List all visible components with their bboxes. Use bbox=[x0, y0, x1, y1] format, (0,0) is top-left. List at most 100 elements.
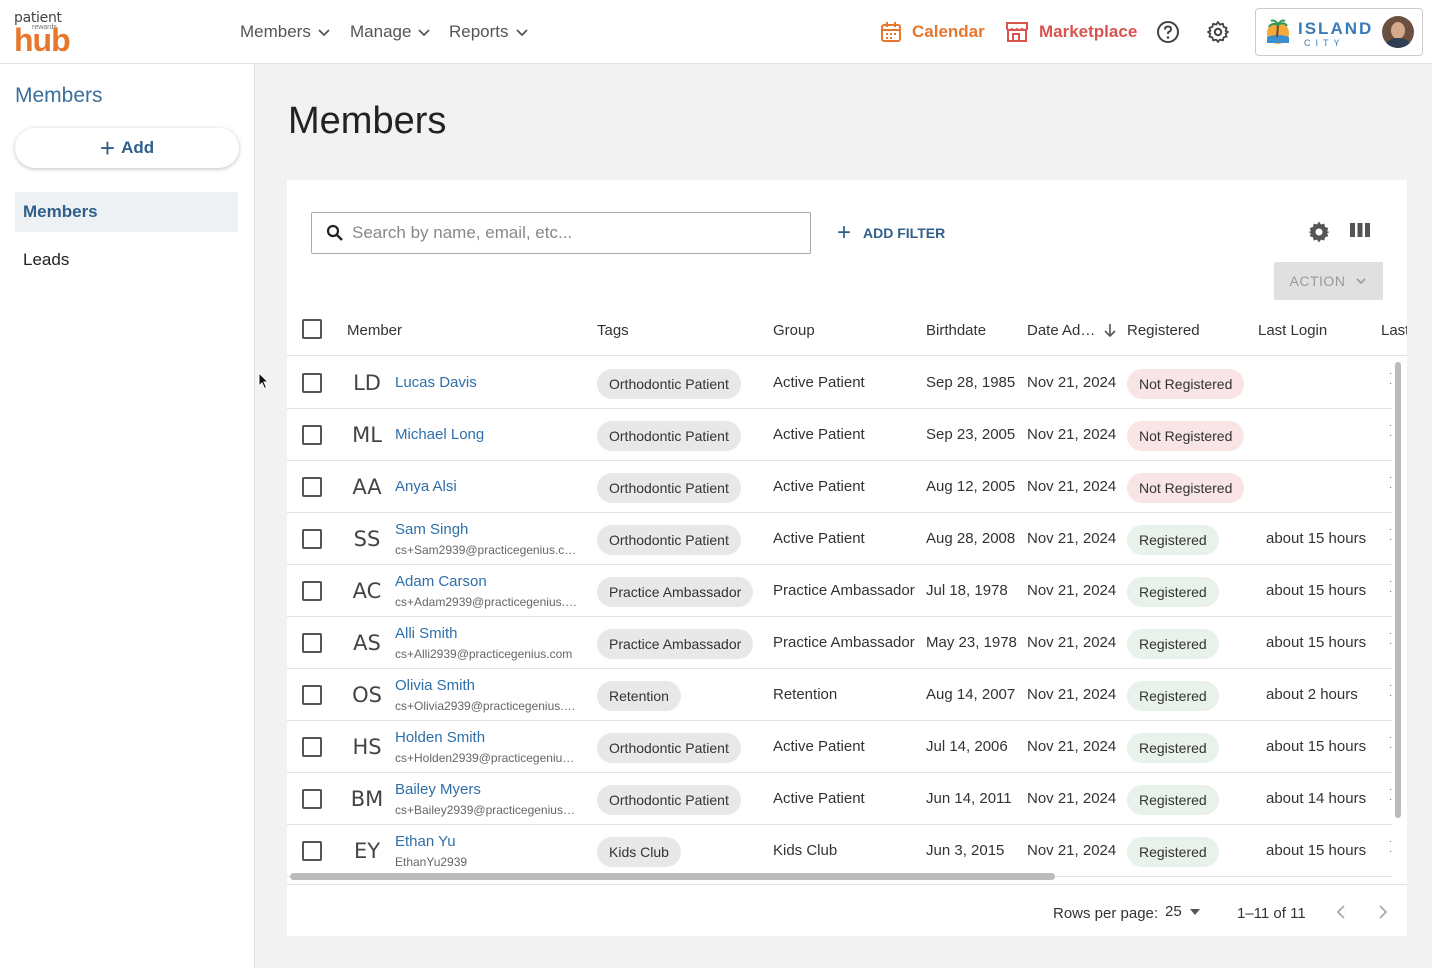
truncated-column-edge: · · bbox=[1389, 784, 1393, 805]
registration-status-badge: Registered bbox=[1127, 681, 1219, 711]
row-checkbox[interactable] bbox=[302, 477, 322, 497]
member-initials-avatar: BM bbox=[350, 787, 384, 811]
member-name-link[interactable]: Holden Smith bbox=[395, 729, 485, 746]
chevron-right-icon bbox=[1379, 905, 1388, 919]
member-name-link[interactable]: Michael Long bbox=[395, 426, 484, 443]
tag-chip[interactable]: Practice Ambassador bbox=[597, 629, 754, 659]
table-row[interactable]: AS Alli Smith cs+Alli2939@practicegenius.c… bbox=[287, 617, 1392, 669]
birthdate-cell: Sep 28, 1985 bbox=[926, 374, 1016, 391]
birthdate-cell: Aug 12, 2005 bbox=[926, 478, 1016, 495]
header-group[interactable]: Group bbox=[773, 304, 815, 356]
rows-per-page-value: 25 bbox=[1165, 903, 1182, 920]
settings-button[interactable] bbox=[1204, 18, 1232, 46]
member-name-link[interactable]: Ethan Yu bbox=[395, 833, 456, 850]
sidebar-item-members[interactable]: Members bbox=[15, 192, 238, 232]
sidebar-item-leads[interactable]: Leads bbox=[15, 240, 238, 280]
nav-reports-menu[interactable]: Reports bbox=[449, 0, 528, 64]
row-checkbox[interactable] bbox=[302, 373, 322, 393]
tag-chip[interactable]: Kids Club bbox=[597, 837, 681, 867]
row-checkbox[interactable] bbox=[302, 789, 322, 809]
table-row[interactable]: BM Bailey Myers cs+Bailey2939@practicegeni… bbox=[287, 773, 1392, 825]
patient-rewards-hub-logo[interactable]: patient rewards hub bbox=[14, 10, 78, 56]
nav-manage-menu[interactable]: Manage bbox=[350, 0, 431, 64]
tag-chip[interactable]: Orthodontic Patient bbox=[597, 525, 741, 555]
previous-page-button[interactable] bbox=[1335, 903, 1347, 925]
member-initials-avatar: SS bbox=[353, 527, 381, 551]
date-added-cell: Nov 21, 2024 bbox=[1027, 478, 1117, 495]
table-row[interactable]: AA Anya Alsi Orthodontic Patient Active Pat… bbox=[287, 461, 1392, 513]
calendar-link[interactable]: Calendar bbox=[880, 0, 985, 64]
member-initials-avatar: AA bbox=[352, 475, 382, 499]
next-page-button[interactable] bbox=[1377, 903, 1389, 925]
member-initials-avatar: LD bbox=[353, 371, 381, 395]
table-row[interactable]: ML Michael Long Orthodontic Patient Active … bbox=[287, 409, 1392, 461]
horizontal-scroll-thumb[interactable] bbox=[290, 873, 1055, 880]
vertical-scroll-thumb[interactable] bbox=[1395, 362, 1401, 818]
group-cell: Practice Ambassador bbox=[773, 634, 915, 651]
birthdate-cell: Jun 3, 2015 bbox=[926, 842, 1005, 859]
row-checkbox[interactable] bbox=[302, 425, 322, 445]
row-checkbox[interactable] bbox=[302, 633, 322, 653]
truncated-column-edge: · · bbox=[1389, 576, 1393, 597]
member-name-link[interactable]: Alli Smith bbox=[395, 625, 458, 642]
group-cell: Retention bbox=[773, 686, 838, 703]
row-checkbox[interactable] bbox=[302, 841, 322, 861]
header-member[interactable]: Member bbox=[347, 304, 402, 356]
truncated-column-edge: · · bbox=[1389, 680, 1393, 701]
member-name-link[interactable]: Anya Alsi bbox=[395, 478, 457, 495]
registration-status-badge: Registered bbox=[1127, 837, 1219, 867]
member-name-link[interactable]: Lucas Davis bbox=[395, 374, 477, 391]
horizontal-scrollbar[interactable] bbox=[287, 868, 1407, 884]
rows-per-page-select[interactable]: 25 bbox=[1165, 903, 1200, 920]
header-tags[interactable]: Tags bbox=[597, 304, 629, 356]
row-checkbox[interactable] bbox=[302, 581, 322, 601]
tag-chip[interactable]: Orthodontic Patient bbox=[597, 473, 741, 503]
header-registered[interactable]: Registered bbox=[1127, 304, 1200, 356]
member-email: cs+Adam2939@practicegenius.… bbox=[395, 595, 577, 609]
header-date-added-label: Date Ad… bbox=[1027, 321, 1096, 339]
birthdate-cell: Jul 14, 2006 bbox=[926, 738, 1008, 755]
row-checkbox[interactable] bbox=[302, 685, 322, 705]
table-row[interactable]: SS Sam Singh cs+Sam2939@practicegenius.c… O… bbox=[287, 513, 1392, 565]
member-name-link[interactable]: Olivia Smith bbox=[395, 677, 475, 694]
marketplace-label: Marketplace bbox=[1039, 22, 1138, 41]
last-login-cell: about 15 hours bbox=[1266, 738, 1367, 755]
help-button[interactable] bbox=[1154, 18, 1182, 46]
select-all-checkbox[interactable] bbox=[302, 319, 322, 339]
tag-chip[interactable]: Practice Ambassador bbox=[597, 577, 754, 607]
columns-button[interactable] bbox=[1350, 222, 1370, 243]
table-pagination: Rows per page: 25 1–11 of 11 bbox=[287, 884, 1407, 936]
registration-status-badge: Not Registered bbox=[1127, 473, 1245, 503]
last-login-cell: about 15 hours bbox=[1266, 634, 1367, 651]
row-checkbox[interactable] bbox=[302, 529, 322, 549]
tag-chip[interactable]: Orthodontic Patient bbox=[597, 421, 741, 451]
row-checkbox[interactable] bbox=[302, 737, 322, 757]
member-name-link[interactable]: Adam Carson bbox=[395, 573, 487, 590]
add-filter-button[interactable]: + ADD FILTER bbox=[837, 220, 945, 246]
header-date-added[interactable]: Date Ad… bbox=[1027, 304, 1117, 356]
header-last-truncated[interactable]: Last bbox=[1381, 304, 1407, 356]
header-last-login[interactable]: Last Login bbox=[1258, 304, 1327, 356]
member-name-link[interactable]: Bailey Myers bbox=[395, 781, 481, 798]
table-row[interactable]: HS Holden Smith cs+Holden2939@practicegeni… bbox=[287, 721, 1392, 773]
marketplace-link[interactable]: Marketplace bbox=[1005, 0, 1137, 64]
search-input[interactable]: Search by name, email, etc... bbox=[311, 212, 811, 254]
member-name-link[interactable]: Sam Singh bbox=[395, 521, 468, 538]
nav-members-menu[interactable]: Members bbox=[240, 0, 330, 64]
table-row[interactable]: OS Olivia Smith cs+Olivia2939@practicegeni… bbox=[287, 669, 1392, 721]
header-birthdate[interactable]: Birthdate bbox=[926, 304, 986, 356]
arrow-down-icon bbox=[1104, 324, 1116, 337]
table-row[interactable]: LD Lucas Davis Orthodontic Patient Active P… bbox=[287, 357, 1392, 409]
last-login-cell: about 15 hours bbox=[1266, 530, 1367, 547]
add-member-button[interactable]: + Add bbox=[15, 128, 239, 168]
registration-status-badge: Not Registered bbox=[1127, 421, 1245, 451]
tag-chip[interactable]: Orthodontic Patient bbox=[597, 785, 741, 815]
user-avatar[interactable] bbox=[1382, 16, 1414, 48]
vertical-scrollbar[interactable] bbox=[1393, 356, 1403, 868]
table-settings-button[interactable] bbox=[1307, 220, 1331, 249]
table-row[interactable]: AC Adam Carson cs+Adam2939@practicegenius.… bbox=[287, 565, 1392, 617]
tag-chip[interactable]: Retention bbox=[597, 681, 681, 711]
tag-chip[interactable]: Orthodontic Patient bbox=[597, 733, 741, 763]
tag-chip[interactable]: Orthodontic Patient bbox=[597, 369, 741, 399]
action-button[interactable]: ACTION bbox=[1274, 262, 1383, 300]
